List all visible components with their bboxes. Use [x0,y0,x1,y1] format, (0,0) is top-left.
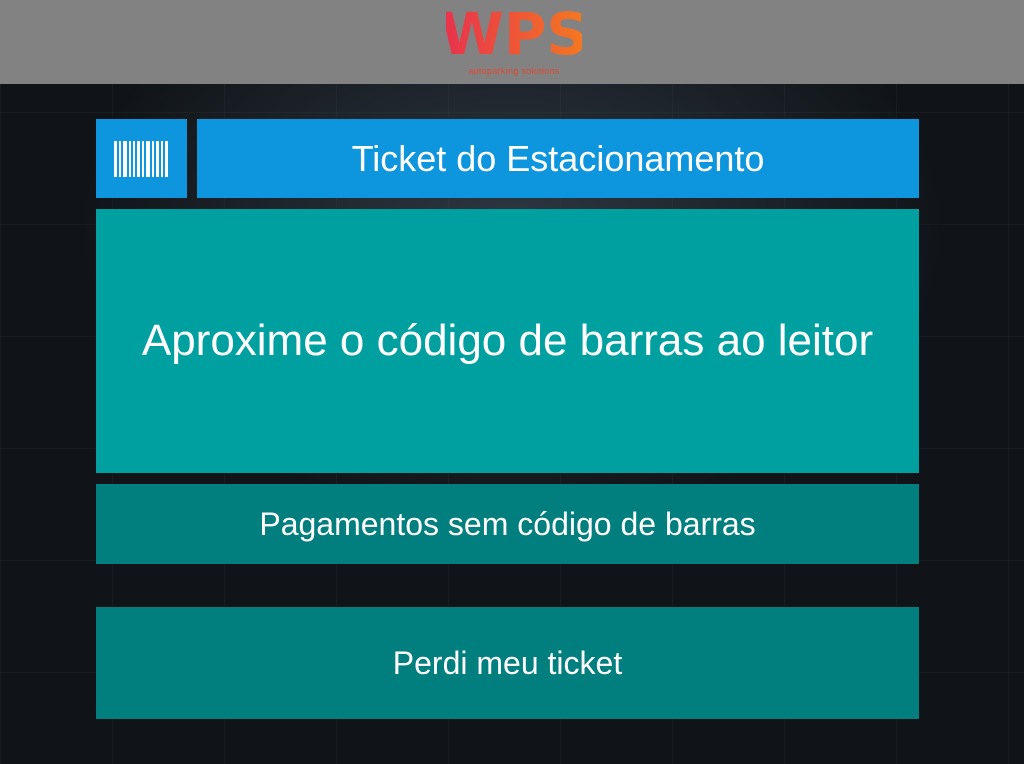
ticket-title: Ticket do Estacionamento [197,119,919,198]
payment-without-barcode-button[interactable]: Pagamentos sem código de barras [96,484,919,564]
header-bar: WPS autoparking solutions [0,0,1024,84]
logo-tagline: autoparking solutions [468,66,560,76]
wps-logo-mark: WPS [446,2,582,64]
barcode-icon [114,141,168,177]
barcode-tile[interactable] [96,119,187,198]
wps-logo: WPS autoparking solutions [446,2,582,80]
lost-ticket-button[interactable]: Perdi meu ticket [96,607,919,719]
logo-text: WPS [446,2,582,64]
scan-prompt: Aproxime o código de barras ao leitor [96,209,919,473]
